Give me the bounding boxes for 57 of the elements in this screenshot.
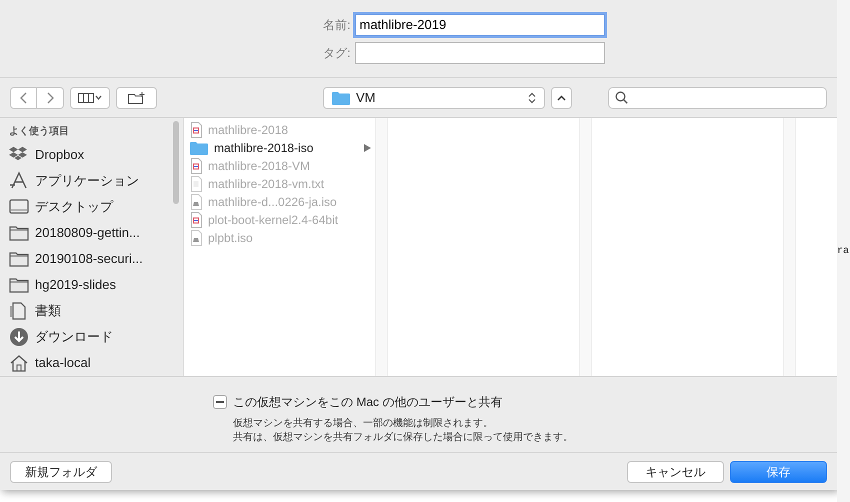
- vm-file-icon: [190, 158, 202, 174]
- cancel-button[interactable]: キャンセル: [627, 460, 724, 482]
- sidebar-item[interactable]: taka-local: [9, 350, 173, 376]
- section-header: よく使う項目: [9, 124, 70, 139]
- folder-icon: [190, 140, 208, 156]
- home-icon: [9, 353, 29, 373]
- location-popup[interactable]: VM: [323, 86, 545, 108]
- file-row: mathlibre-2018-vm.txt: [184, 175, 375, 193]
- file-row: mathlibre-2018-VM: [184, 157, 375, 175]
- file-row: mathlibre-d...0226-ja.iso: [184, 193, 375, 211]
- columns-icon: [78, 92, 102, 102]
- search-icon: [615, 91, 628, 104]
- chevron-up-icon: [557, 94, 566, 100]
- back-icon: [20, 92, 28, 104]
- name-field[interactable]: mathlibre-2019: [354, 14, 604, 36]
- scrollbar-thumb[interactable]: [173, 121, 179, 204]
- file-row: plpbt.iso: [184, 229, 375, 247]
- dash-icon: [216, 401, 224, 403]
- view-button[interactable]: [70, 86, 110, 108]
- vm-file-icon: [190, 212, 202, 228]
- checkbox[interactable]: [213, 395, 227, 409]
- download-icon: [9, 327, 29, 347]
- sidebar-item[interactable]: 20190108-securi...: [9, 246, 173, 272]
- new-folder-button[interactable]: [116, 86, 157, 108]
- file-row[interactable]: mathlibre-2018-iso: [184, 139, 375, 157]
- checkbox-label: この仮想マシンをこの Mac の他のユーザーと共有: [233, 394, 502, 411]
- forward-icon: [46, 92, 54, 104]
- location-text: VM: [356, 88, 376, 107]
- apps-icon: [9, 171, 29, 191]
- updown-icon: [528, 92, 536, 104]
- disk-image-icon: [190, 230, 202, 246]
- vm-file-icon: [190, 122, 202, 138]
- note-text: 仮想マシンを共有する場合、一部の機能は制限されます。: [233, 417, 494, 431]
- name-label: 名前:: [322, 16, 350, 34]
- note-text: 共有は、仮想マシンを共有フォルダに保存した場合に限って使用できます。: [233, 431, 574, 445]
- file-row: plot-boot-kernel2.4-64bit: [184, 211, 375, 229]
- tag-label: タグ:: [322, 44, 350, 62]
- sidebar-item[interactable]: アプリケーション: [9, 168, 173, 194]
- folder-icon: [332, 90, 350, 104]
- background-text: ra: [837, 244, 850, 258]
- sidebar-item[interactable]: Dropbox: [9, 142, 173, 168]
- text-file-icon: [190, 176, 202, 192]
- file-row: mathlibre-2018: [184, 121, 375, 139]
- sidebar-item[interactable]: ダウンロード: [9, 324, 173, 350]
- sidebar-item[interactable]: 書類: [9, 298, 173, 324]
- forward-button[interactable]: [37, 86, 64, 108]
- sidebar-item[interactable]: デスクトップ: [9, 194, 173, 220]
- sidebar-item[interactable]: hg2019-slides: [9, 272, 173, 298]
- back-button[interactable]: [10, 86, 37, 108]
- new-folder-icon: [128, 92, 146, 104]
- sidebar-item[interactable]: 20180809-gettin...: [9, 220, 173, 246]
- tag-field[interactable]: [354, 42, 604, 64]
- expand-button[interactable]: [551, 86, 572, 108]
- new-folder-button[interactable]: 新規フォルダ: [10, 460, 112, 482]
- disk-image-icon: [190, 194, 202, 210]
- search-field[interactable]: [608, 86, 827, 108]
- disclosure-arrow-icon: [364, 144, 371, 152]
